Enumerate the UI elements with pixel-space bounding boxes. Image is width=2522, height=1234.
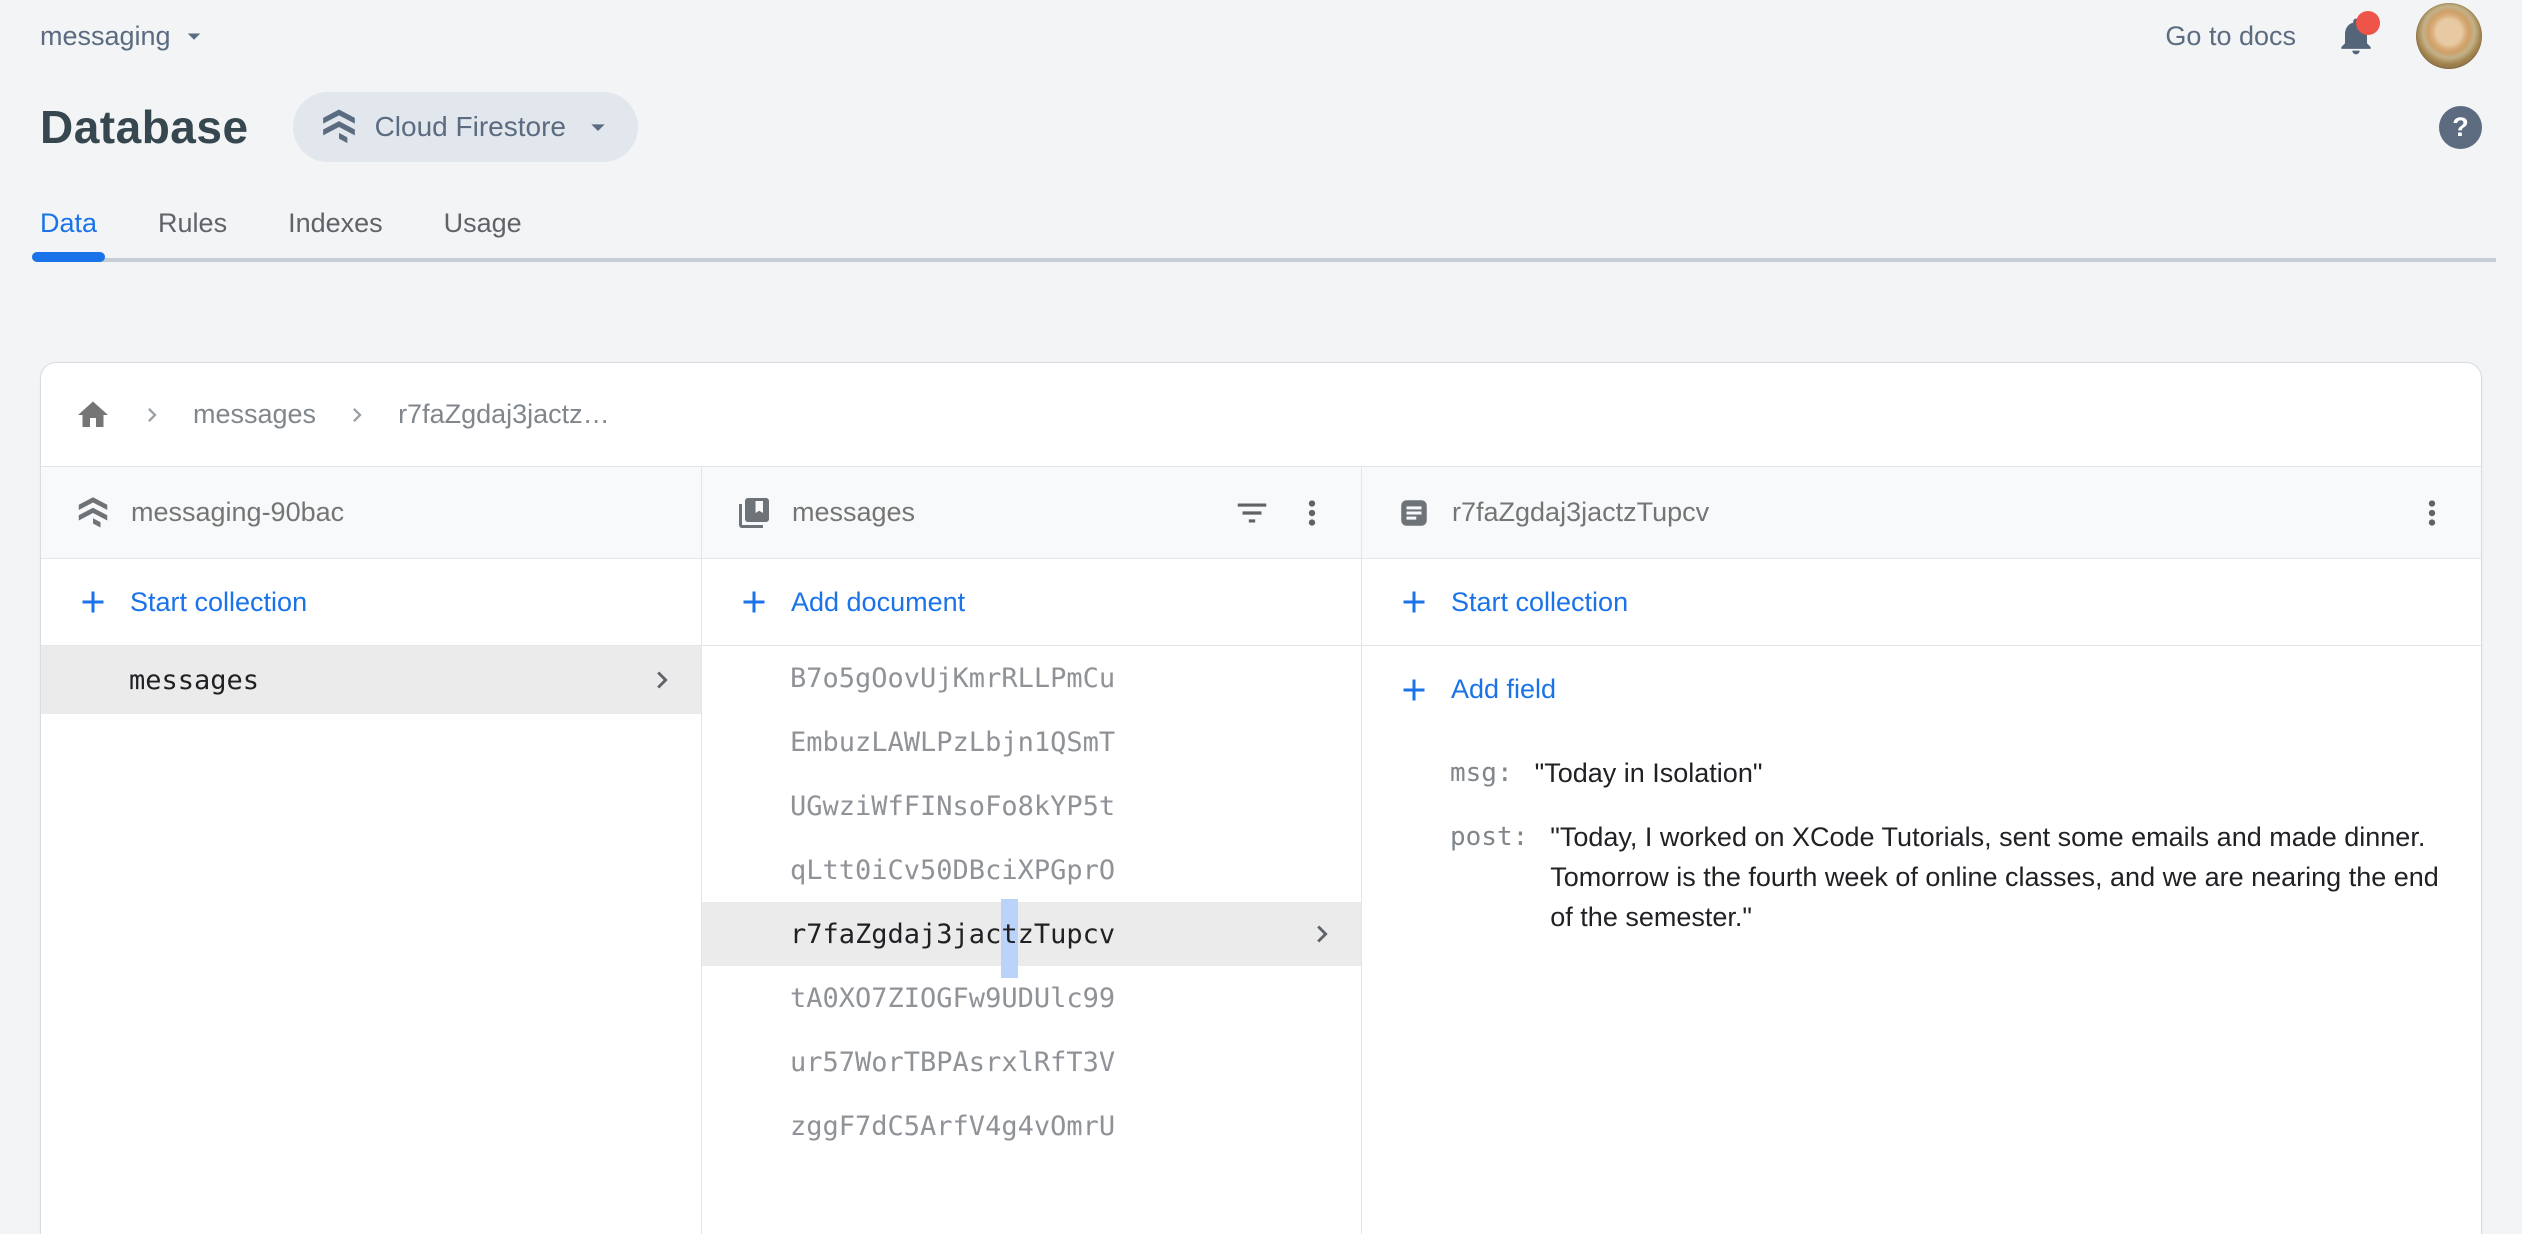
- tab-rules[interactable]: Rules: [158, 198, 227, 262]
- document-id: tA0XO7ZIOGFw9UDUlc99: [790, 983, 1115, 1014]
- document-row[interactable]: B7o5gOovUjKmrRLLPmCu: [702, 646, 1361, 710]
- start-collection-button[interactable]: Start collection: [1362, 559, 2481, 646]
- avatar[interactable]: [2416, 3, 2482, 69]
- column-document: r7faZgdaj3jactzTupcv Start collection Ad…: [1362, 467, 2481, 1234]
- document-title: r7faZgdaj3jactzTupcv: [1452, 497, 1709, 528]
- product-pill-label: Cloud Firestore: [375, 111, 566, 143]
- project-selector[interactable]: messaging: [40, 21, 209, 52]
- chevron-right-icon: [138, 401, 166, 429]
- document-row[interactable]: UGwziWfFINsoFo8kYP5t: [702, 774, 1361, 838]
- collection-icon: [736, 495, 772, 531]
- firestore-icon: [75, 495, 111, 531]
- field-value[interactable]: "Today, I worked on XCode Tutorials, sen…: [1550, 817, 2441, 937]
- project-name: messaging: [40, 21, 171, 52]
- breadcrumb: messages r7faZgdaj3jactz…: [41, 363, 2481, 467]
- filter-icon[interactable]: [1233, 494, 1271, 532]
- column-collection: messages Add document B7o5gOovUjKmrRLLPm…: [702, 467, 1362, 1234]
- document-id: B7o5gOovUjKmrRLLPmCu: [790, 663, 1115, 694]
- notification-dot: [2356, 11, 2380, 35]
- page-title: Database: [40, 100, 249, 154]
- tabs-divider: [40, 258, 2496, 262]
- notifications-button[interactable]: [2334, 14, 2378, 58]
- tabs-bar: Data Rules Indexes Usage: [0, 198, 2522, 262]
- help-button[interactable]: ?: [2439, 106, 2482, 149]
- document-row[interactable]: qLtt0iCv50DBciXPGprO: [702, 838, 1361, 902]
- field-name[interactable]: msg:: [1450, 753, 1513, 793]
- question-mark-icon: ?: [2452, 112, 2469, 143]
- column-database-root: messaging-90bac Start collection message…: [41, 467, 702, 1234]
- more-vert-icon[interactable]: [1293, 494, 1331, 532]
- field-row-msg: msg: "Today in Isolation": [1450, 753, 2441, 793]
- document-id: ur57WorTBPAsrxlRfT3V: [790, 1047, 1115, 1078]
- tab-indexes[interactable]: Indexes: [288, 198, 383, 262]
- document-list: B7o5gOovUjKmrRLLPmCu EmbuzLAWLPzLbjn1QSmT…: [702, 646, 1361, 1234]
- firestore-data-panel: messages r7faZgdaj3jactz… messaging-90ba…: [40, 362, 2482, 1234]
- document-row[interactable]: tA0XO7ZIOGFw9UDUlc99: [702, 966, 1361, 1030]
- product-selector-pill[interactable]: Cloud Firestore: [293, 92, 638, 162]
- chevron-down-icon: [582, 111, 614, 143]
- collection-title: messages: [792, 497, 915, 528]
- add-field-label: Add field: [1451, 674, 1556, 705]
- document-id: zggF7dC5ArfV4g4vOmrU: [790, 1111, 1115, 1142]
- document-icon: [1396, 495, 1432, 531]
- start-collection-label: Start collection: [130, 587, 307, 618]
- document-row[interactable]: r7faZgdaj3jactzTupcv: [702, 902, 1361, 966]
- field-value[interactable]: "Today in Isolation": [1535, 753, 1763, 793]
- document-fields: msg: "Today in Isolation" post: "Today, …: [1362, 733, 2481, 961]
- topbar-right: Go to docs: [2165, 3, 2482, 69]
- document-column-header: r7faZgdaj3jactzTupcv: [1362, 467, 2481, 559]
- chevron-right-icon: [343, 401, 371, 429]
- document-id: qLtt0iCv50DBciXPGprO: [790, 855, 1115, 886]
- tab-data[interactable]: Data: [40, 198, 97, 262]
- breadcrumb-document[interactable]: r7faZgdaj3jactz…: [398, 399, 610, 430]
- firestore-icon: [319, 107, 359, 147]
- field-name[interactable]: post:: [1450, 817, 1528, 857]
- document-row[interactable]: zggF7dC5ArfV4g4vOmrU: [702, 1094, 1361, 1158]
- start-collection-button[interactable]: Start collection: [41, 559, 701, 646]
- field-row-post: post: "Today, I worked on XCode Tutorial…: [1450, 817, 2441, 937]
- collection-name: messages: [129, 665, 259, 696]
- topbar: messaging Go to docs: [0, 0, 2522, 72]
- chevron-right-icon: [1305, 917, 1339, 951]
- start-collection-label: Start collection: [1451, 587, 1628, 618]
- home-icon[interactable]: [75, 397, 111, 433]
- more-vert-icon[interactable]: [2413, 494, 2451, 532]
- document-id: EmbuzLAWLPzLbjn1QSmT: [790, 727, 1115, 758]
- add-document-button[interactable]: Add document: [702, 559, 1361, 646]
- add-field-button[interactable]: Add field: [1362, 646, 2481, 733]
- add-document-label: Add document: [791, 587, 965, 618]
- collection-column-header: messages: [702, 467, 1361, 559]
- document-row[interactable]: ur57WorTBPAsrxlRfT3V: [702, 1030, 1361, 1094]
- chevron-down-icon: [179, 21, 209, 51]
- document-row[interactable]: EmbuzLAWLPzLbjn1QSmT: [702, 710, 1361, 774]
- breadcrumb-collection[interactable]: messages: [193, 399, 316, 430]
- collection-row-messages[interactable]: messages: [41, 646, 701, 714]
- title-row: Database Cloud Firestore: [40, 92, 2522, 162]
- document-id: UGwziWfFINsoFo8kYP5t: [790, 791, 1115, 822]
- document-id: r7faZgdaj3jactzTupcv: [790, 919, 1115, 950]
- chevron-right-icon: [645, 663, 679, 697]
- tab-usage[interactable]: Usage: [444, 198, 522, 262]
- go-to-docs-link[interactable]: Go to docs: [2165, 21, 2296, 52]
- text-selection-highlight: t: [1001, 899, 1017, 978]
- database-name: messaging-90bac: [131, 497, 344, 528]
- root-column-header: messaging-90bac: [41, 467, 701, 559]
